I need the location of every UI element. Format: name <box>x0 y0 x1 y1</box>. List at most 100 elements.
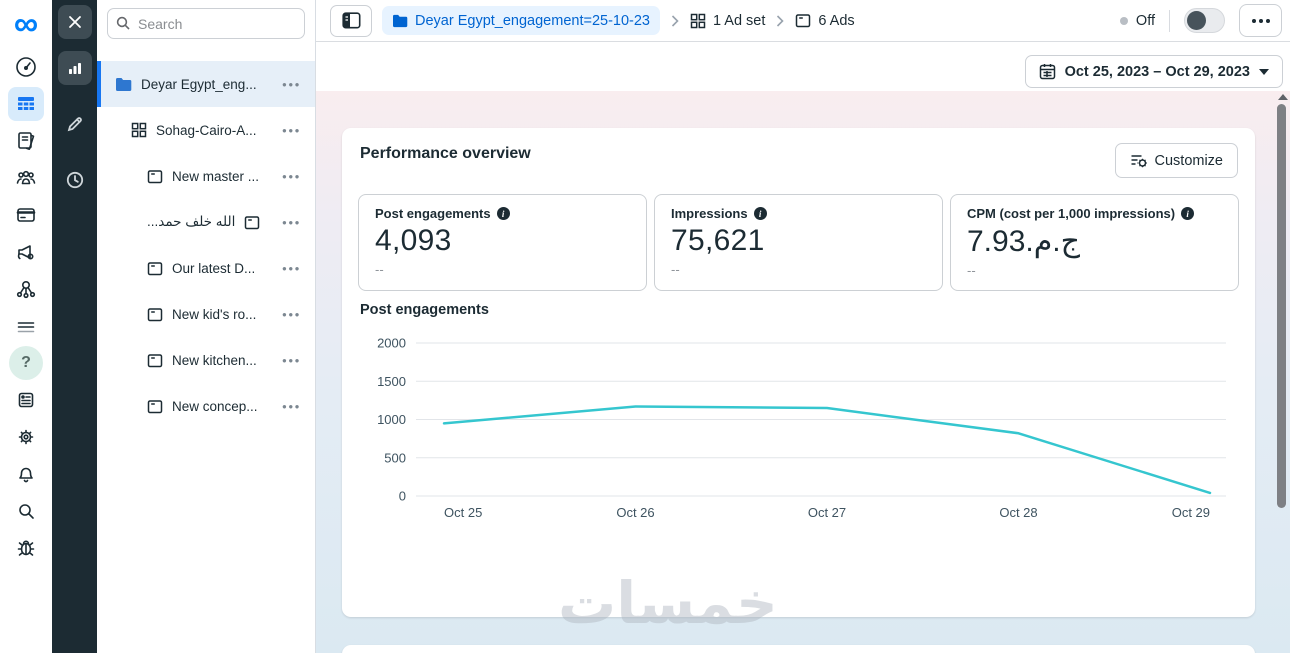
status-controls: Off <box>1119 4 1282 37</box>
collapse-panel-button[interactable] <box>330 4 372 37</box>
ad-frame-icon <box>147 399 163 414</box>
report-canvas: Performance overview Customize Post enga… <box>316 91 1290 653</box>
ad-settings-megaphone-icon[interactable] <box>8 235 44 269</box>
breadcrumb: Deyar Egypt_engagement=25-10-23 1 Ad set… <box>316 0 1290 42</box>
tree-item-ad[interactable]: New kid's ro... ●●● <box>97 291 315 337</box>
updates-news-icon[interactable] <box>8 383 44 417</box>
ads-reporting-pages-icon[interactable] <box>8 124 44 158</box>
svg-text:1000: 1000 <box>377 412 406 427</box>
performance-overview-card: Performance overview Customize Post enga… <box>342 128 1255 617</box>
metric-value: 7.93. <box>967 225 1034 258</box>
customize-label: Customize <box>1154 152 1224 169</box>
help-icon[interactable]: ? <box>9 345 43 380</box>
tree-item-campaign[interactable]: Deyar Egypt_eng... ●●● <box>97 61 315 107</box>
tree-item-adset[interactable]: Sohag-Cairo-A... ●●● <box>97 107 315 153</box>
nav-rail: ∞ ? <box>0 0 52 653</box>
chevron-down-icon <box>1259 68 1269 75</box>
billing-card-icon[interactable] <box>8 198 44 232</box>
date-range-picker[interactable]: Oct 25, 2023 – Oct 29, 2023 <box>1024 55 1283 88</box>
tree-item-ad[interactable]: New master ... ●●● <box>97 153 315 199</box>
recent-clock-icon[interactable] <box>58 163 92 197</box>
all-tools-menu-icon[interactable] <box>8 309 44 343</box>
toggle-knob <box>1187 11 1206 30</box>
search-input[interactable] <box>107 8 305 39</box>
meta-logo: ∞ <box>13 5 39 43</box>
audiences-people-icon[interactable] <box>8 161 44 195</box>
breadcrumb-campaign[interactable]: Deyar Egypt_engagement=25-10-23 <box>382 6 660 35</box>
campaign-status-toggle[interactable] <box>1184 8 1225 33</box>
svg-text:Oct 28: Oct 28 <box>999 505 1037 520</box>
metric-delta: -- <box>671 262 680 277</box>
row-menu-icon[interactable]: ●●● <box>282 402 315 411</box>
tree-item-label: New master ... <box>172 168 260 184</box>
row-menu-icon[interactable]: ●●● <box>282 356 315 365</box>
calendar-icon <box>1039 64 1055 80</box>
metric-card-cpm: CPM (cost per 1,000 impressions) i 7.93.ج… <box>950 194 1239 291</box>
search-icon <box>116 16 130 30</box>
row-menu-icon[interactable]: ●●● <box>282 218 315 227</box>
report-bug-icon[interactable] <box>8 531 44 565</box>
metric-value: 75,621 <box>671 224 765 257</box>
row-menu-icon[interactable]: ●●● <box>282 310 315 319</box>
folder-icon <box>115 77 132 92</box>
divider <box>1169 9 1170 32</box>
breadcrumb-campaign-label: Deyar Egypt_engagement=25-10-23 <box>415 12 650 29</box>
svg-text:0: 0 <box>399 489 406 504</box>
info-icon[interactable]: i <box>753 207 767 220</box>
settings-gear-icon[interactable] <box>8 420 44 454</box>
adset-grid-icon <box>131 122 147 138</box>
customize-icon <box>1131 155 1147 168</box>
svg-text:Oct 29: Oct 29 <box>1172 505 1210 520</box>
metric-label: Impressions <box>671 206 748 221</box>
ad-frame-icon <box>147 261 163 276</box>
scrollbar-thumb[interactable] <box>1277 104 1286 508</box>
tree-item-ad[interactable]: Our latest D... ●●● <box>97 245 315 291</box>
tree-item-ad[interactable]: New concep... ●●● <box>97 383 315 429</box>
edit-pencil-icon[interactable] <box>58 107 92 141</box>
info-icon[interactable]: i <box>1181 207 1195 220</box>
ad-frame-icon <box>796 14 811 28</box>
tree-item-ad[interactable]: الله خلف حمد... ●●● <box>97 199 315 245</box>
metric-delta: -- <box>375 262 384 277</box>
next-section-card <box>342 645 1255 653</box>
vertical-scrollbar <box>1276 91 1289 653</box>
date-range-label: Oct 25, 2023 – Oct 29, 2023 <box>1064 63 1250 80</box>
adset-grid-icon <box>690 13 706 28</box>
metric-currency: ج.م <box>1033 225 1081 258</box>
collapsed-tools-rail <box>52 0 97 653</box>
more-options-button[interactable] <box>1239 4 1282 37</box>
tree-item-label: Deyar Egypt_eng... <box>141 76 257 92</box>
row-menu-icon[interactable]: ●●● <box>282 80 315 89</box>
tree-item-label: الله خلف حمد... <box>147 214 236 229</box>
row-menu-icon[interactable]: ●●● <box>282 264 315 273</box>
svg-text:Oct 26: Oct 26 <box>616 505 654 520</box>
folder-icon <box>393 14 408 27</box>
metric-label: CPM (cost per 1,000 impressions) <box>967 206 1176 221</box>
row-menu-icon[interactable]: ●●● <box>282 126 315 135</box>
info-icon[interactable]: i <box>496 207 510 220</box>
search-box <box>97 0 315 39</box>
account-overview-gauge-icon[interactable] <box>8 50 44 84</box>
ad-frame-icon <box>147 307 163 322</box>
campaigns-table-icon[interactable] <box>8 86 44 121</box>
customize-button[interactable]: Customize <box>1114 143 1238 178</box>
metric-cards: Post engagements i 4,093 -- Impressions i … <box>358 194 1239 291</box>
business-assets-icon[interactable] <box>8 272 44 306</box>
search-icon[interactable] <box>8 494 44 528</box>
breadcrumb-adset[interactable]: 1 Ad set <box>690 13 765 29</box>
tree-item-label: Our latest D... <box>172 260 256 276</box>
chart-title: Post engagements <box>360 302 489 318</box>
row-menu-icon[interactable]: ●●● <box>282 172 315 181</box>
scroll-up-arrow-icon[interactable] <box>1278 94 1288 100</box>
ad-frame-icon <box>244 215 260 230</box>
close-icon[interactable] <box>57 5 92 39</box>
campaign-tree: Deyar Egypt_eng... ●●● Sohag-Cairo-A... … <box>97 61 315 429</box>
notifications-bell-icon[interactable] <box>8 457 44 491</box>
bar-chart-icon[interactable] <box>57 51 92 85</box>
breadcrumb-ads[interactable]: 6 Ads <box>795 13 855 29</box>
status-label: Off <box>1135 12 1155 29</box>
metric-card-impressions: Impressions i 75,621 -- <box>654 194 943 291</box>
svg-text:Oct 25: Oct 25 <box>444 505 482 520</box>
svg-text:2000: 2000 <box>377 336 406 351</box>
tree-item-ad[interactable]: New kitchen... ●●● <box>97 337 315 383</box>
